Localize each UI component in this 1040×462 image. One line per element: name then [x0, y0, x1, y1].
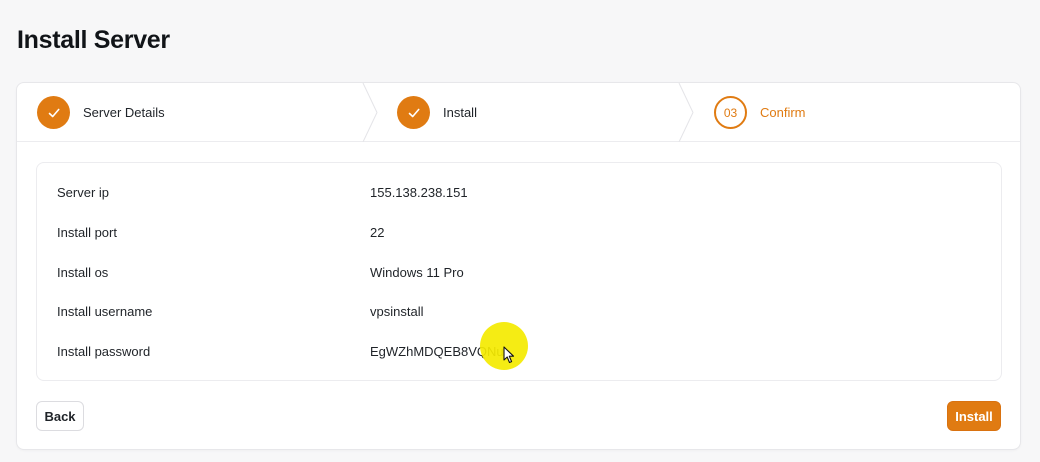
detail-value: 22 — [370, 225, 385, 240]
step-2-check-icon — [397, 96, 430, 129]
step-2-label: Install — [443, 105, 477, 120]
detail-label: Server ip — [57, 185, 110, 200]
detail-row-install-os: Install os Windows 11 Pro — [37, 265, 1001, 285]
detail-row-install-port: Install port 22 — [37, 225, 1001, 245]
step-install[interactable]: Install — [377, 83, 695, 142]
detail-label: Install username — [57, 304, 153, 319]
page-title: Install Server — [17, 26, 170, 54]
step-1-label: Server Details — [83, 105, 165, 120]
stepper: Server Details Install 03 Confirm — [17, 83, 1020, 142]
detail-value: Windows 11 Pro — [370, 265, 464, 280]
detail-label: Install port — [57, 225, 117, 240]
step-3-label: Confirm — [760, 105, 806, 120]
step-3-number-badge: 03 — [714, 96, 747, 129]
detail-value: 155.138.238.151 — [370, 185, 468, 200]
detail-value: vpsinstall — [370, 304, 424, 319]
detail-row-server-ip: Server ip 155.138.238.151 — [37, 185, 1001, 205]
detail-label: Install os — [57, 265, 109, 280]
step-confirm[interactable]: 03 Confirm — [695, 83, 1022, 142]
install-server-card: Server Details Install 03 Confirm Server… — [16, 82, 1021, 450]
step-3-number: 03 — [723, 105, 738, 120]
back-button[interactable]: Back — [36, 401, 84, 431]
step-1-check-icon — [37, 96, 70, 129]
detail-label: Install password — [57, 344, 151, 359]
step-server-details[interactable]: Server Details — [17, 83, 377, 142]
mouse-pointer-icon — [503, 346, 515, 364]
install-button[interactable]: Install — [947, 401, 1001, 431]
detail-row-install-username: Install username vpsinstall — [37, 304, 1001, 324]
